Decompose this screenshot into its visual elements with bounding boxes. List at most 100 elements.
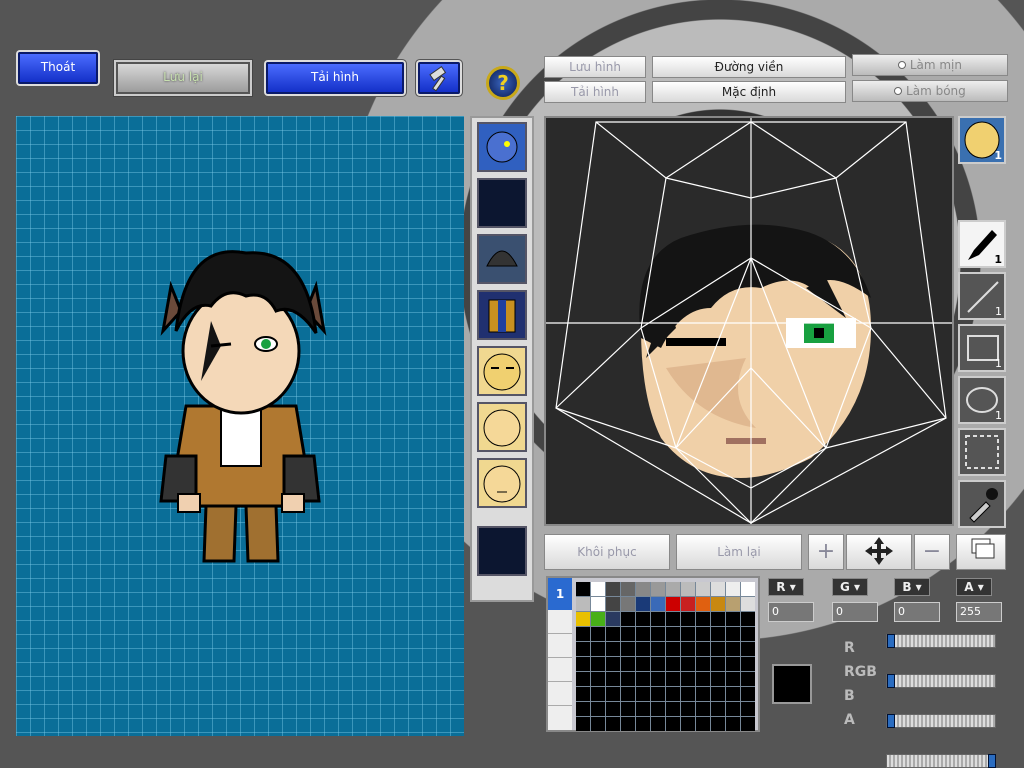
palette-swatch[interactable] (576, 717, 590, 731)
palette-swatch[interactable] (606, 627, 620, 641)
part-slot-face-3[interactable] (477, 458, 527, 508)
a-dropdown[interactable]: A ▾ (956, 578, 992, 596)
palette-swatch[interactable] (666, 642, 680, 656)
palette-swatch[interactable] (681, 702, 695, 716)
b-value-field[interactable]: 0 (894, 602, 940, 622)
palette-swatch[interactable] (681, 717, 695, 731)
palette-swatch[interactable] (696, 597, 710, 611)
palette-swatch[interactable] (726, 657, 740, 671)
palette-swatch[interactable] (636, 717, 650, 731)
rectangle-tool[interactable]: 1 (958, 324, 1006, 372)
palette-swatch[interactable] (711, 657, 725, 671)
palette-swatch[interactable] (681, 657, 695, 671)
b-dropdown[interactable]: B ▾ (894, 578, 930, 596)
palette-swatch[interactable] (741, 702, 755, 716)
palette-swatch[interactable] (726, 582, 740, 596)
palette-swatch[interactable] (576, 597, 590, 611)
palette-swatch[interactable] (651, 702, 665, 716)
palette-swatch[interactable] (696, 702, 710, 716)
palette-swatch[interactable] (606, 702, 620, 716)
palette-swatch[interactable] (651, 582, 665, 596)
palette-swatch[interactable] (636, 642, 650, 656)
part-slot-empty-1[interactable] (477, 178, 527, 228)
palette-tab-4[interactable] (548, 658, 572, 682)
palette-swatch[interactable] (576, 627, 590, 641)
palette-swatch[interactable] (636, 612, 650, 626)
palette-swatch[interactable] (606, 717, 620, 731)
palette-swatch[interactable] (681, 612, 695, 626)
palette-swatch[interactable] (711, 582, 725, 596)
palette-swatch[interactable] (741, 597, 755, 611)
shade-option[interactable]: Làm bóng (852, 80, 1008, 102)
palette-swatch[interactable] (696, 672, 710, 686)
palette-swatch[interactable] (606, 612, 620, 626)
palette-swatch[interactable] (666, 687, 680, 701)
palette-swatch[interactable] (606, 582, 620, 596)
r-slider[interactable] (886, 634, 996, 648)
part-slot-face-1[interactable] (477, 346, 527, 396)
palette-swatch[interactable] (621, 642, 635, 656)
palette-swatch[interactable] (606, 597, 620, 611)
palette-swatch[interactable] (621, 702, 635, 716)
palette-tab-1[interactable]: 1 (548, 578, 572, 610)
layers-button[interactable] (956, 534, 1006, 570)
palette-swatch[interactable] (621, 597, 635, 611)
palette-swatch[interactable] (726, 612, 740, 626)
redo-button[interactable]: Làm lại (676, 534, 802, 570)
palette-swatch[interactable] (681, 687, 695, 701)
palette-swatch[interactable] (576, 642, 590, 656)
palette-swatch[interactable] (696, 657, 710, 671)
smooth-option[interactable]: Làm mịn (852, 54, 1008, 76)
palette-swatch[interactable] (606, 672, 620, 686)
palette-swatch[interactable] (591, 672, 605, 686)
zoom-in-button[interactable]: + (808, 534, 844, 570)
palette-swatch[interactable] (666, 717, 680, 731)
palette-swatch[interactable] (606, 642, 620, 656)
palette-swatch[interactable] (741, 582, 755, 596)
palette-grid[interactable] (576, 582, 755, 731)
palette-swatch[interactable] (576, 657, 590, 671)
palette-swatch[interactable] (636, 672, 650, 686)
palette-swatch[interactable] (711, 717, 725, 731)
palette-swatch[interactable] (636, 627, 650, 641)
palette-swatch[interactable] (726, 642, 740, 656)
part-slot-armor[interactable] (477, 290, 527, 340)
palette-swatch[interactable] (711, 612, 725, 626)
palette-swatch[interactable] (681, 672, 695, 686)
palette-swatch[interactable] (696, 612, 710, 626)
palette-swatch[interactable] (591, 582, 605, 596)
outline-button[interactable]: Đường viền (652, 56, 846, 78)
palette-swatch[interactable] (636, 657, 650, 671)
palette-swatch[interactable] (741, 642, 755, 656)
palette-swatch[interactable] (651, 687, 665, 701)
g-slider[interactable] (886, 674, 996, 688)
select-tool[interactable] (958, 428, 1006, 476)
palette-swatch[interactable] (576, 702, 590, 716)
palette-swatch[interactable] (711, 597, 725, 611)
default-button[interactable]: Mặc định (652, 81, 846, 103)
palette-swatch[interactable] (711, 702, 725, 716)
palette-swatch[interactable] (651, 717, 665, 731)
ellipse-tool[interactable]: 1 (958, 376, 1006, 424)
palette-swatch[interactable] (591, 597, 605, 611)
palette-swatch[interactable] (666, 657, 680, 671)
save-button[interactable]: Lưu lại (116, 62, 250, 94)
palette-swatch[interactable] (621, 627, 635, 641)
palette-swatch[interactable] (591, 717, 605, 731)
part-slot-empty-2[interactable] (477, 526, 527, 576)
palette-swatch[interactable] (576, 582, 590, 596)
palette-swatch[interactable] (741, 687, 755, 701)
palette-swatch[interactable] (681, 597, 695, 611)
palette-swatch[interactable] (621, 582, 635, 596)
save-image-button[interactable]: Lưu hình (544, 56, 646, 78)
palette-swatch[interactable] (711, 642, 725, 656)
palette-swatch[interactable] (696, 687, 710, 701)
palette-swatch[interactable] (651, 642, 665, 656)
part-slot-helmet[interactable] (477, 234, 527, 284)
part-slot-pet[interactable] (477, 122, 527, 172)
palette-swatch[interactable] (681, 627, 695, 641)
palette-swatch[interactable] (576, 612, 590, 626)
eyedropper-tool[interactable] (958, 480, 1006, 528)
palette-swatch[interactable] (666, 597, 680, 611)
layer-face-thumb[interactable]: 1 (958, 116, 1006, 164)
